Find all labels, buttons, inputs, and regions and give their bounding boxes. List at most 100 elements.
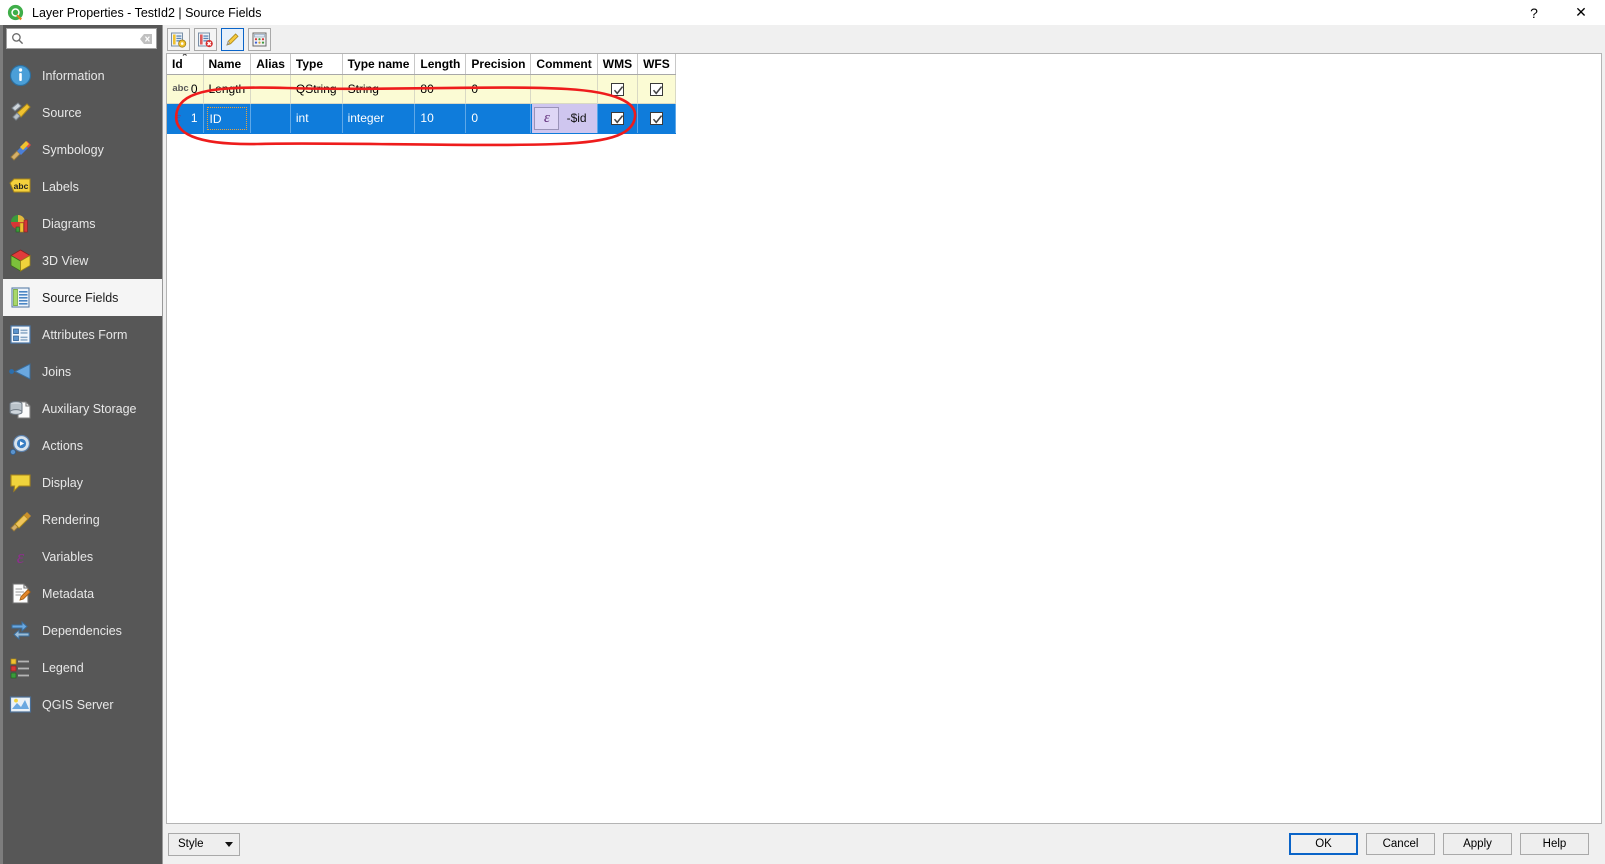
ok-button[interactable]: OK <box>1289 833 1358 855</box>
sidebar-item-information[interactable]: Information <box>0 57 162 94</box>
cell-alias[interactable] <box>250 103 291 134</box>
sidebar-item-auxiliary-storage[interactable]: Auxiliary Storage <box>0 390 162 427</box>
cell-id[interactable]: abc 0 <box>167 74 204 104</box>
source-fields-icon <box>8 285 33 310</box>
column-header-label: WFS <box>643 56 670 71</box>
actions-icon <box>8 433 33 458</box>
sidebar-item-joins[interactable]: Joins <box>0 353 162 390</box>
search-box[interactable] <box>6 28 157 49</box>
svg-text:abc: abc <box>14 181 29 191</box>
sidebar-item-variables[interactable]: ε Variables <box>0 538 162 575</box>
cell-length[interactable]: 80 <box>414 74 467 104</box>
sidebar-item-source-fields[interactable]: Source Fields <box>0 279 162 316</box>
column-header-comment[interactable]: Comment <box>530 54 598 75</box>
cell-wms[interactable] <box>597 103 639 134</box>
apply-button[interactable]: Apply <box>1443 833 1512 855</box>
table-row[interactable]: abc 0 Length QString String 80 0 <box>167 74 676 104</box>
cell-type[interactable]: int <box>290 103 343 134</box>
sidebar-item-label: Labels <box>42 179 79 194</box>
cell-length-value: 80 <box>420 81 434 96</box>
help-button[interactable]: Help <box>1520 833 1589 855</box>
column-header-length[interactable]: Length <box>414 54 467 75</box>
column-header-wfs[interactable]: WFS <box>637 54 676 75</box>
sidebar-item-diagrams[interactable]: Diagrams <box>0 205 162 242</box>
cell-type-name-value: String <box>347 81 379 96</box>
svg-text:abc: abc <box>172 83 188 94</box>
column-header-alias[interactable]: Alias <box>250 54 291 75</box>
help-window-button[interactable]: ? <box>1511 0 1557 25</box>
sidebar-item-3d-view[interactable]: 3D View <box>0 242 162 279</box>
cell-type[interactable]: QString <box>290 74 343 104</box>
joins-icon <box>8 359 33 384</box>
cell-type-value: QString <box>295 81 337 96</box>
column-header-name[interactable]: Name <box>203 54 252 75</box>
column-header-type_name[interactable]: Type name <box>342 54 416 75</box>
toggle-editing-button[interactable] <box>221 27 244 51</box>
column-header-type[interactable]: Type <box>290 54 343 75</box>
sidebar-nav-list: Information Source Symbology abc Labels Diagr… <box>0 52 162 864</box>
qgis-logo-icon <box>7 4 24 21</box>
sidebar-item-dependencies[interactable]: Dependencies <box>0 612 162 649</box>
column-header-label: Alias <box>256 56 285 71</box>
sidebar-item-attributes-form[interactable]: Attributes Form <box>0 316 162 353</box>
sidebar-item-labels[interactable]: abc Labels <box>0 168 162 205</box>
wfs-checkbox[interactable] <box>649 82 663 96</box>
cell-type-name[interactable]: integer <box>342 103 416 134</box>
sidebar-item-metadata[interactable]: Metadata <box>0 575 162 612</box>
cell-precision[interactable]: 0 <box>465 74 532 104</box>
sidebar-item-display[interactable]: Display <box>0 464 162 501</box>
sidebar-item-source[interactable]: Source <box>0 94 162 131</box>
abc-text-field-icon: abc <box>171 81 190 96</box>
sidebar-item-symbology[interactable]: Symbology <box>0 131 162 168</box>
style-button[interactable]: Style <box>168 832 240 856</box>
cell-precision[interactable]: 0 <box>465 103 532 134</box>
cell-type-name[interactable]: String <box>342 74 416 104</box>
column-header-id[interactable]: Id ⌃ <box>167 53 204 75</box>
metadata-icon <box>8 581 33 606</box>
sidebar-item-qgis-server[interactable]: QGIS Server <box>0 686 162 723</box>
auxiliary-storage-icon <box>8 396 33 421</box>
cell-wfs[interactable] <box>637 103 676 134</box>
column-header-wms[interactable]: WMS <box>597 54 639 75</box>
delete-field-button[interactable] <box>194 27 217 51</box>
cancel-button[interactable]: Cancel <box>1366 833 1435 855</box>
wms-checkbox[interactable] <box>610 112 624 126</box>
sidebar-item-actions[interactable]: Actions <box>0 427 162 464</box>
column-header-label: Type <box>295 56 324 71</box>
chevron-down-icon <box>225 841 233 847</box>
symbology-icon <box>8 137 33 162</box>
column-header-label: Length <box>420 56 461 71</box>
table-row[interactable]: ε 1 ID int integer 10 0 ε -$id <box>167 103 676 134</box>
cell-precision-value: 0 <box>471 81 479 96</box>
dialog-body: Information Source Symbology abc Labels Diagr… <box>0 25 1605 864</box>
search-input[interactable] <box>24 32 139 45</box>
cell-wms[interactable] <box>597 74 639 104</box>
legend-icon <box>8 655 33 680</box>
3d-view-icon <box>8 248 33 273</box>
sort-ascending-icon: ⌃ <box>180 53 189 62</box>
cell-name[interactable]: ID <box>203 103 252 134</box>
cell-alias[interactable] <box>250 74 291 104</box>
clear-icon[interactable] <box>139 32 153 46</box>
cell-comment[interactable]: ε -$id <box>530 103 598 134</box>
column-header-precision[interactable]: Precision <box>465 54 532 75</box>
sidebar-item-rendering[interactable]: Rendering <box>0 501 162 538</box>
fields-toolbar <box>163 25 1605 53</box>
new-field-button[interactable] <box>167 27 190 51</box>
epsilon-icon[interactable]: ε <box>534 106 560 130</box>
content-panel: Id ⌃ Name Alias Type Type name Length Precision… <box>163 25 1605 864</box>
field-calculator-button[interactable] <box>248 27 271 51</box>
cell-wfs[interactable] <box>637 74 676 104</box>
window-controls: ? ✕ <box>1511 0 1605 25</box>
cell-length[interactable]: 10 <box>414 103 467 134</box>
dialog-button-group: OK Cancel Apply Help <box>1289 833 1601 855</box>
wms-checkbox[interactable] <box>610 82 624 96</box>
cell-id[interactable]: ε1 <box>167 103 204 134</box>
cell-name[interactable]: Length <box>203 74 252 104</box>
close-icon[interactable]: ✕ <box>1557 0 1605 25</box>
sidebar-item-legend[interactable]: Legend <box>0 649 162 686</box>
wfs-checkbox[interactable] <box>649 112 663 126</box>
labels-icon: abc <box>8 174 33 199</box>
sidebar-item-label: Auxiliary Storage <box>42 401 137 416</box>
cell-comment[interactable] <box>530 74 598 104</box>
